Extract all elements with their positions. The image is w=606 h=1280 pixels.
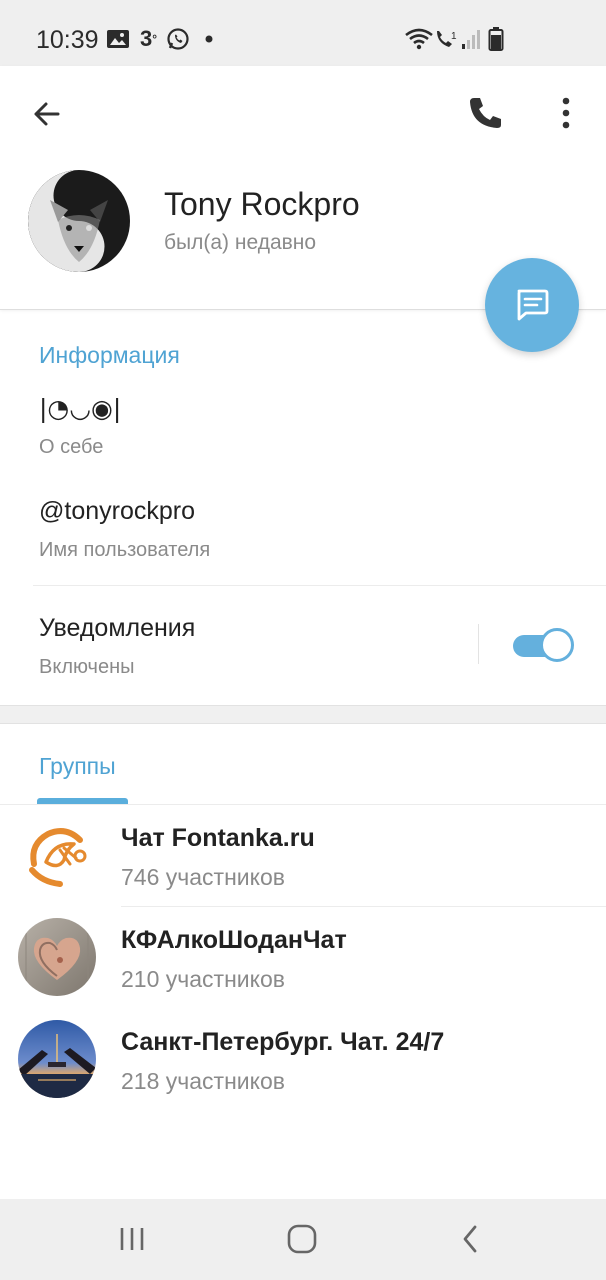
whatsapp-icon (166, 25, 190, 53)
group-divider (121, 906, 606, 907)
group-item-kfalko[interactable]: КФАлкоШоданЧат 210 участников (0, 908, 606, 1010)
group-name: Чат Fontanka.ru (121, 824, 315, 852)
group-members: 746 участников (121, 864, 285, 890)
fontanka-logo-icon (20, 820, 92, 892)
group-members: 218 участников (121, 1068, 285, 1094)
group-name: КФАлкоШоданЧат (121, 926, 347, 954)
phone-icon (470, 98, 501, 128)
notifications-label[interactable]: Уведомления (39, 614, 195, 643)
status-bar: 10:39 3 ° 1 (0, 0, 606, 66)
3-degrees-icon: 3 ° (140, 26, 158, 51)
tab-groups[interactable]: Группы (39, 753, 116, 780)
section-gap (0, 705, 606, 724)
status-time: 10:39 (36, 26, 99, 54)
back-nav-button[interactable] (448, 1219, 492, 1259)
bio-value[interactable]: |◔◡◉| (39, 394, 121, 423)
notifications-toggle[interactable] (513, 628, 574, 662)
tab-divider (0, 804, 606, 805)
volte-call-icon: 1 (434, 25, 460, 53)
notifications-status: Включены (39, 656, 135, 678)
recents-icon (120, 1228, 144, 1250)
group-avatar (18, 918, 96, 996)
group-avatar (18, 1020, 96, 1098)
more-options-button[interactable] (546, 90, 586, 136)
username-label: Имя пользователя (39, 539, 211, 561)
svg-text:1: 1 (451, 31, 457, 42)
home-icon (287, 1224, 317, 1254)
info-section-title: Информация (39, 342, 180, 368)
message-icon (517, 289, 549, 321)
toggle-separator (478, 624, 479, 664)
bio-label: О себе (39, 436, 104, 458)
navigation-bar (0, 1199, 606, 1280)
group-item-spb[interactable]: Санкт-Петербург. Чат. 24/7 218 участнико… (0, 1010, 606, 1112)
toggle-thumb (540, 628, 574, 662)
signal-icon (461, 25, 483, 53)
home-button[interactable] (280, 1219, 324, 1259)
wifi-icon (404, 25, 434, 53)
more-vert-icon (562, 97, 570, 129)
group-members: 210 участников (121, 966, 285, 992)
send-message-button[interactable] (485, 258, 579, 352)
group-name: Санкт-Петербург. Чат. 24/7 (121, 1028, 445, 1056)
back-icon (463, 1225, 477, 1253)
image-icon (106, 25, 130, 53)
dot-icon (204, 25, 214, 53)
battery-icon (488, 25, 504, 53)
profile-avatar[interactable] (28, 170, 130, 272)
profile-status: был(а) недавно (164, 231, 317, 254)
recents-button[interactable] (110, 1219, 154, 1259)
info-divider (33, 585, 606, 586)
profile-name: Tony Rockpro (164, 186, 360, 222)
call-button[interactable] (462, 90, 508, 136)
back-button[interactable] (26, 92, 70, 136)
back-arrow-icon (34, 102, 60, 126)
username-value[interactable]: @tonyrockpro (39, 497, 195, 526)
group-item-fontanka[interactable]: Чат Fontanka.ru 746 участников (0, 806, 606, 908)
